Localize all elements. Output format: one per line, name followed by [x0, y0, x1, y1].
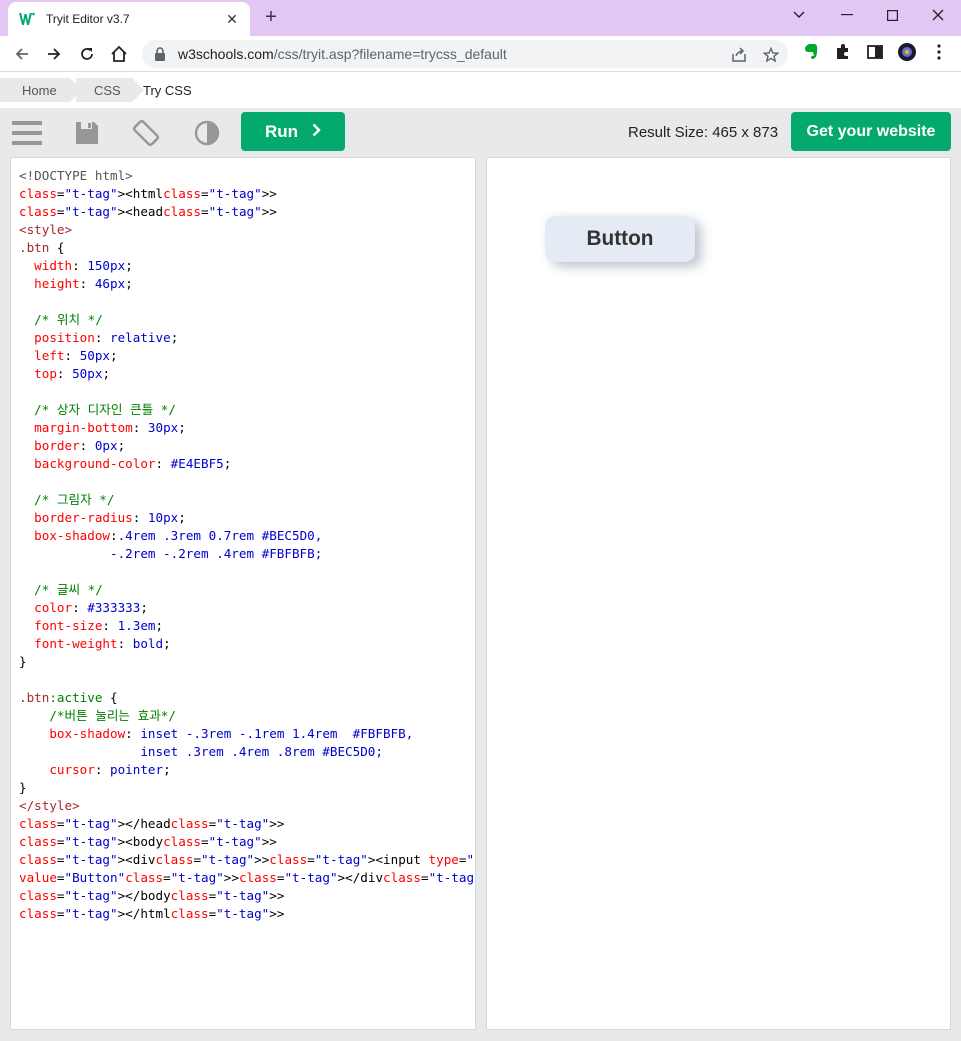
breadcrumb-home[interactable]: Home [0, 78, 82, 102]
workspace: <!DOCTYPE html> class="t-tag"><htmlclass… [0, 156, 961, 1041]
save-icon[interactable] [72, 118, 102, 148]
contrast-icon[interactable] [192, 118, 222, 148]
demo-button[interactable]: Button [545, 216, 695, 262]
code-content[interactable]: <!DOCTYPE html> class="t-tag"><htmlclass… [19, 167, 475, 923]
hamburger-icon[interactable] [12, 118, 42, 148]
run-button[interactable]: Run [241, 112, 345, 151]
rotate-icon[interactable] [131, 118, 161, 148]
extensions-icon[interactable] [833, 42, 853, 62]
close-icon[interactable]: ✕ [224, 11, 240, 27]
evernote-icon[interactable] [801, 42, 821, 62]
address-bar[interactable]: w3schools.com/css/tryit.asp?filename=try… [142, 40, 788, 68]
reload-icon[interactable] [75, 42, 99, 66]
back-icon[interactable] [10, 42, 34, 66]
close-window-icon[interactable] [915, 0, 961, 30]
get-your-website-button[interactable]: Get your website [791, 112, 951, 151]
result-frame: Button [486, 157, 951, 1030]
lock-icon[interactable] [154, 47, 168, 61]
chevron-right-icon [312, 122, 321, 142]
sidepanel-icon[interactable] [865, 42, 885, 62]
run-button-label: Run [264, 121, 299, 141]
editor-toolbar: Run Result Size: 465 x 873 Get your webs… [0, 108, 961, 156]
browser-tabbar: Tryit Editor v3.7 ✕ + [0, 0, 961, 36]
new-tab-icon[interactable]: + [260, 6, 282, 28]
tab-title: Tryit Editor v3.7 [46, 12, 130, 26]
w3schools-favicon-icon [18, 10, 36, 28]
breadcrumb-current: Try CSS [143, 82, 192, 98]
breadcrumb-css[interactable]: CSS [76, 78, 144, 102]
breadcrumb: Home CSS Try CSS [0, 72, 961, 108]
profile-icon[interactable] [897, 42, 917, 62]
star-icon[interactable] [762, 46, 780, 64]
menu-icon[interactable] [929, 42, 949, 62]
result-size-text: Result Size: 465 x 873 [628, 124, 779, 141]
maximize-icon[interactable] [869, 0, 915, 30]
chevron-down-icon[interactable] [776, 0, 822, 30]
home-icon[interactable] [107, 42, 131, 66]
share-icon[interactable] [730, 46, 748, 64]
url-text: w3schools.com/css/tryit.asp?filename=try… [178, 46, 507, 62]
forward-icon[interactable] [42, 42, 66, 66]
minimize-icon[interactable] [824, 0, 870, 30]
browser-tab[interactable]: Tryit Editor v3.7 ✕ [8, 2, 250, 36]
code-editor[interactable]: <!DOCTYPE html> class="t-tag"><htmlclass… [10, 157, 476, 1030]
